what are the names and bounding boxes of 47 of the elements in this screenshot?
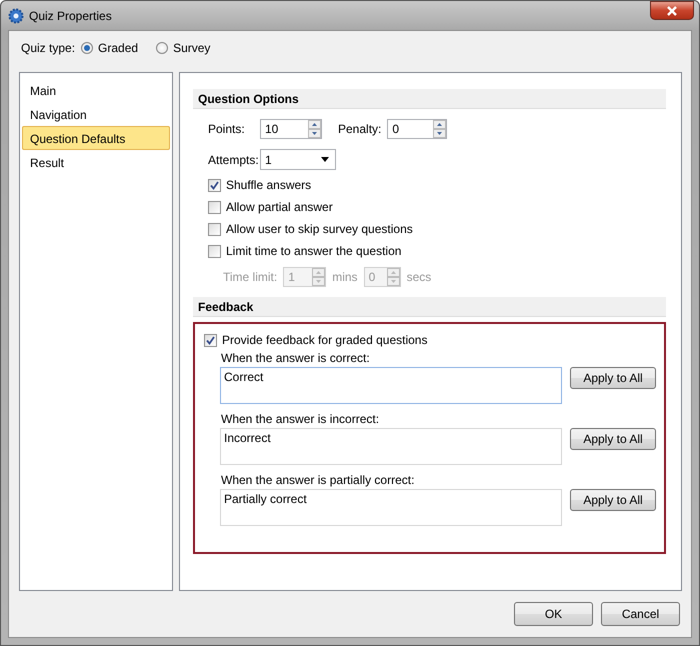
attempts-dropdown[interactable]: 1 xyxy=(260,149,336,170)
checkbox[interactable] xyxy=(208,222,221,236)
field-label: When the answer is incorrect: xyxy=(221,412,380,426)
feedback-text-field[interactable]: Partially correct xyxy=(220,489,562,526)
apply-to-all-button[interactable]: Apply to All xyxy=(570,367,656,389)
field-label: Points: xyxy=(208,122,246,136)
unit-label: secs xyxy=(406,270,432,284)
radio-button[interactable] xyxy=(81,42,94,54)
gear-icon xyxy=(8,8,24,24)
apply-to-all-button[interactable]: Apply to All xyxy=(570,489,656,511)
close-button[interactable] xyxy=(650,1,694,20)
sidebar-item[interactable]: Result xyxy=(22,150,170,174)
checkbox-label[interactable]: Shuffle answers xyxy=(226,178,312,192)
unit-label: mins xyxy=(332,270,358,284)
checkbox-label[interactable]: Allow partial answer xyxy=(226,200,333,214)
spinner-arrows-icon[interactable] xyxy=(433,120,446,138)
close-icon xyxy=(666,6,678,16)
number-field[interactable]: 10 xyxy=(260,119,322,139)
checkbox-label[interactable]: Provide feedback for graded questions xyxy=(222,333,428,347)
field-label: When the answer is partially correct: xyxy=(221,473,414,487)
dialog-button[interactable]: OK xyxy=(514,602,593,626)
checkbox[interactable] xyxy=(208,200,221,214)
feedback-text-field[interactable]: Incorrect xyxy=(220,428,562,465)
window-title: Quiz Properties xyxy=(29,8,113,22)
sidebar-item[interactable]: Question Defaults xyxy=(22,126,170,150)
sidebar-item[interactable]: Main xyxy=(22,78,170,102)
section-header: Question Options xyxy=(193,89,666,109)
radio-label[interactable]: Survey xyxy=(173,41,210,55)
checkbox-label[interactable]: Allow user to skip survey questions xyxy=(226,222,413,236)
field-label: Penalty: xyxy=(338,122,382,136)
checkbox[interactable] xyxy=(208,178,221,192)
field-label: Time limit: xyxy=(223,270,278,284)
checkbox[interactable] xyxy=(204,334,217,346)
apply-to-all-button[interactable]: Apply to All xyxy=(570,428,656,450)
checkbox[interactable] xyxy=(208,244,221,258)
radio-label[interactable]: Graded xyxy=(98,41,138,55)
sidebar-item[interactable]: Navigation xyxy=(22,102,170,126)
quiz-type-label: Quiz type: xyxy=(21,41,76,55)
caret-icon xyxy=(321,157,329,162)
dialog-button[interactable]: Cancel xyxy=(601,602,680,626)
checkbox-label[interactable]: Limit time to answer the question xyxy=(226,244,402,258)
field-label: When the answer is correct: xyxy=(221,351,370,365)
section-header: Feedback xyxy=(193,297,666,317)
radio-button[interactable] xyxy=(156,42,168,54)
number-field[interactable]: 0 xyxy=(387,119,448,139)
feedback-text-field[interactable]: Correct xyxy=(220,367,562,404)
spinner-arrows-icon[interactable] xyxy=(308,120,321,138)
